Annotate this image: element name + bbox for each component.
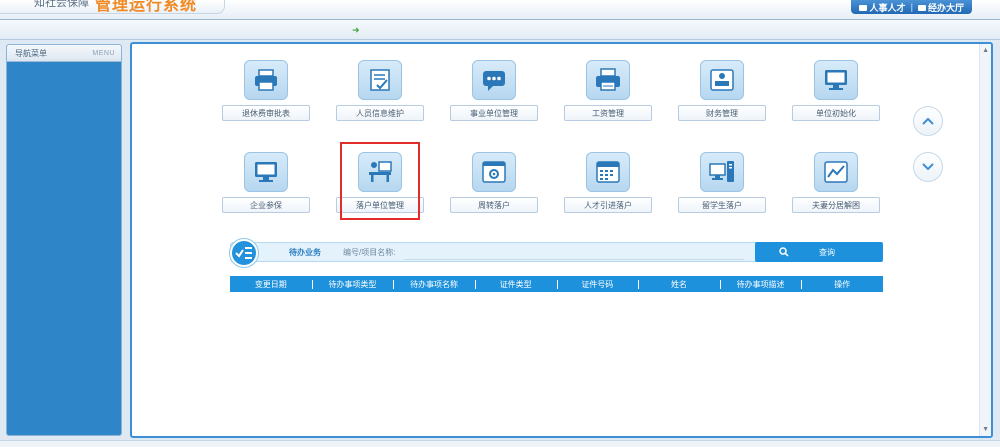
system-subtitle: 知社会保障 (34, 0, 89, 9)
window-gear-icon (472, 152, 516, 192)
arrow-right-icon[interactable]: ➜ (352, 25, 360, 36)
presentation-icon (700, 60, 744, 100)
column-header: 待办事项名称 (393, 279, 475, 290)
calendar-icon (586, 152, 630, 192)
sidebar: 导航菜单 MENU (6, 44, 122, 436)
main-panel: 退休费审批表 人员信息维护 事业单位管理 工资管理 财务管理 单位初始化 企业参… (130, 42, 993, 438)
top-header: 知社会保障 管理运行系统 人事人才 | 经办大厅 (0, 0, 1000, 20)
system-title: 管理运行系统 (95, 0, 198, 14)
app-person-info[interactable]: 人员信息维护 (336, 60, 426, 130)
column-header: 证件号码 (556, 279, 639, 290)
person-icon (917, 5, 926, 12)
app-label: 事业单位管理 (450, 105, 538, 121)
app-institution-mgmt[interactable]: 事业单位管理 (450, 60, 540, 130)
search-label: 编号/项目名称: (343, 248, 396, 257)
search-input[interactable] (404, 244, 744, 260)
app-couple-reunion[interactable]: 夫妻分居解困 (792, 152, 882, 222)
chat-bubble-icon (472, 60, 516, 100)
app-label: 夫妻分居解困 (792, 197, 880, 213)
scroll-arrow-down-icon[interactable]: ▼ (982, 426, 989, 433)
separator: | (910, 2, 913, 12)
checklist-icon (230, 239, 258, 267)
app-label: 人才引进落户 (564, 197, 652, 213)
printer-icon (586, 60, 630, 100)
scroll-arrow-up-icon[interactable]: ▲ (982, 47, 989, 54)
app-label: 企业参保 (222, 197, 310, 213)
sidebar-menu-label: MENU (92, 49, 115, 57)
app-label: 周转落户 (450, 197, 538, 213)
monitor-icon (814, 60, 858, 100)
computer-tower-icon (700, 152, 744, 192)
column-header: 姓名 (638, 279, 720, 290)
app-label: 留学生落户 (678, 197, 766, 213)
query-label: 查询 (819, 247, 835, 257)
app-finance-mgmt[interactable]: 财务管理 (678, 60, 768, 130)
sidebar-header: 导航菜单 MENU (7, 45, 121, 62)
monitor-icon (244, 152, 288, 192)
card-icon (859, 5, 868, 12)
app-student-settle[interactable]: 留学生落户 (678, 152, 768, 222)
app-salary-mgmt[interactable]: 工资管理 (564, 60, 654, 130)
app-turnover-settle[interactable]: 周转落户 (450, 152, 540, 222)
chevron-up-icon (922, 117, 934, 125)
app-retire-approval[interactable]: 退休费审批表 (222, 60, 312, 130)
sidebar-title: 导航菜单 (15, 48, 47, 58)
app-talent-settle[interactable]: 人才引进落户 (564, 152, 654, 222)
app-unit-init[interactable]: 单位初始化 (792, 60, 882, 130)
printer-icon (244, 60, 288, 100)
document-edit-icon (358, 60, 402, 100)
column-header: 待办事项类型 (311, 279, 394, 290)
app-label: 退休费审批表 (222, 105, 310, 121)
scroll-up-button[interactable] (913, 106, 943, 136)
top-link-hr[interactable]: 人事人才 (859, 1, 905, 14)
todo-title: 待办业务 (289, 248, 321, 257)
system-logo: 知社会保障 管理运行系统 (0, 0, 225, 14)
chevron-down-icon (922, 163, 934, 171)
app-enterprise-insurance[interactable]: 企业参保 (222, 152, 312, 222)
selection-highlight (340, 142, 420, 220)
top-link-hall[interactable]: 经办大厅 (917, 1, 964, 14)
app-label: 人员信息维护 (336, 105, 424, 121)
app-label: 工资管理 (564, 105, 652, 121)
sub-header: ➜ (0, 20, 1000, 40)
column-header: 待办事项描述 (719, 279, 802, 290)
vertical-scrollbar[interactable]: ▲ ▼ (979, 44, 991, 436)
app-label: 单位初始化 (792, 105, 880, 121)
bottom-strip (0, 440, 1000, 447)
app-label: 财务管理 (678, 105, 766, 121)
column-header: 证件类型 (474, 279, 557, 290)
column-header: 操作 (801, 279, 883, 290)
top-links: 人事人才 | 经办大厅 (851, 0, 972, 14)
query-button[interactable]: 查询 (755, 242, 883, 262)
todo-table-header: 变更日期 待办事项类型 待办事项名称 证件类型 证件号码 姓名 待办事项描述 操… (230, 276, 883, 292)
line-chart-icon (814, 152, 858, 192)
column-header: 变更日期 (254, 279, 287, 289)
scroll-down-button[interactable] (913, 152, 943, 182)
search-icon (779, 247, 789, 257)
